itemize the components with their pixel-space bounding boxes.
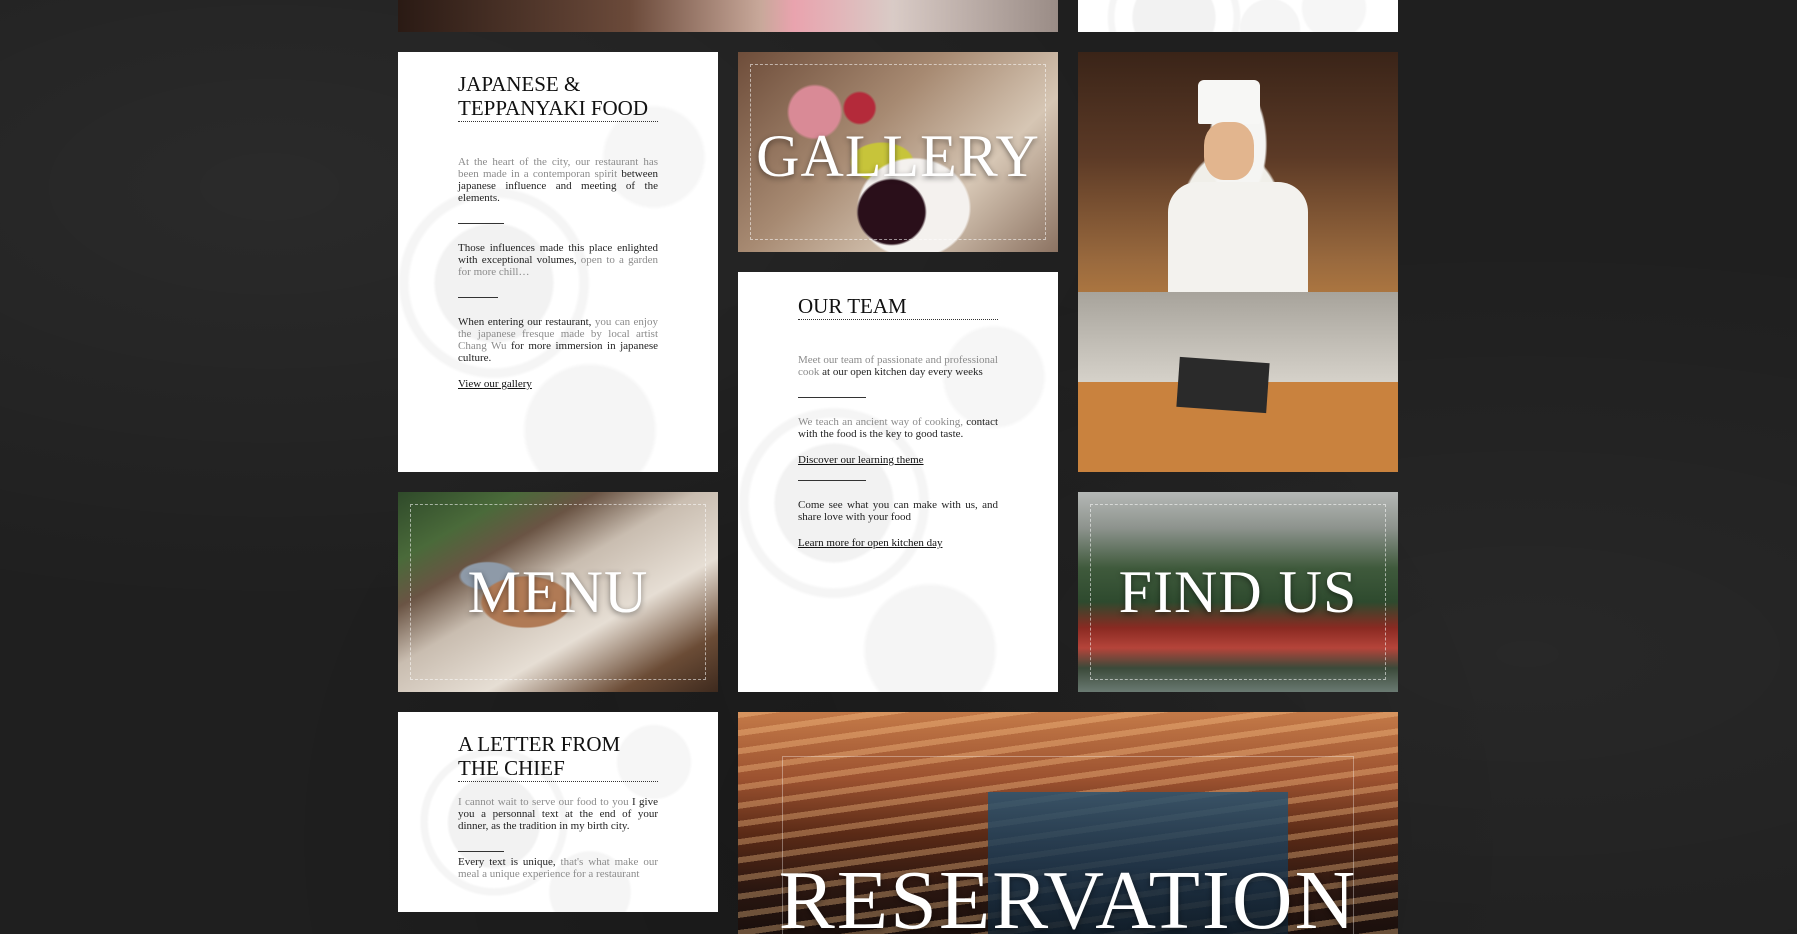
japanese-food-paragraph-2: Those influences made this place enlight… <box>458 242 659 278</box>
japanese-food-paragraph-1: At the heart of the city, our restaurant… <box>458 156 659 204</box>
reservation-label: RESERVATION <box>778 854 1358 934</box>
open-kitchen-link[interactable]: Learn more for open kitchen day <box>798 537 942 549</box>
menu-label: MENU <box>467 559 649 625</box>
sushi-plate <box>1176 356 1270 414</box>
gallery-tile[interactable]: GALLERY <box>738 52 1058 252</box>
divider <box>458 223 504 224</box>
top-white-tile <box>1078 0 1398 32</box>
our-team-title: OUR TEAM <box>798 294 998 320</box>
learning-theme-link[interactable]: Discover our learning theme <box>798 454 924 466</box>
our-team-paragraph-2: We teach an ancient way of cooking, cont… <box>798 416 999 440</box>
menu-tile[interactable]: MENU <box>398 492 718 692</box>
letter-paragraph-1: I cannot wait to serve our food to you I… <box>458 796 658 832</box>
chef-photo-tile <box>1078 52 1398 472</box>
our-team-paragraph-3: Come see what you can make with us, and … <box>798 499 998 523</box>
reservation-tile[interactable]: RESERVATION <box>738 712 1398 934</box>
gallery-label: GALLERY <box>756 123 1040 189</box>
letter-card: A LETTER FROM THE CHIEF I cannot wait to… <box>398 712 718 912</box>
divider <box>798 480 866 481</box>
divider <box>458 851 504 852</box>
letter-title: A LETTER FROM THE CHIEF <box>458 732 658 782</box>
divider <box>798 397 866 398</box>
find-us-tile[interactable]: FIND US <box>1078 492 1398 692</box>
our-team-card: OUR TEAM Meet our team of passionate and… <box>738 272 1058 692</box>
view-gallery-link[interactable]: View our gallery <box>458 378 532 390</box>
japanese-food-paragraph-3: When entering our restaurant, you can en… <box>458 316 658 364</box>
japanese-food-card: JAPANESE & TEPPANYAKI FOOD At the heart … <box>398 52 718 472</box>
find-us-label: FIND US <box>1118 559 1358 625</box>
japanese-food-title: JAPANESE & TEPPANYAKI FOOD <box>458 72 658 122</box>
chef-hat <box>1198 80 1260 124</box>
divider <box>458 297 498 298</box>
letter-paragraph-2: Every text is unique, that's what make o… <box>458 856 658 880</box>
top-food-photo-tile[interactable] <box>398 0 1058 32</box>
our-team-paragraph-1: Meet our team of passionate and professi… <box>798 354 998 378</box>
chef-face <box>1204 122 1254 180</box>
